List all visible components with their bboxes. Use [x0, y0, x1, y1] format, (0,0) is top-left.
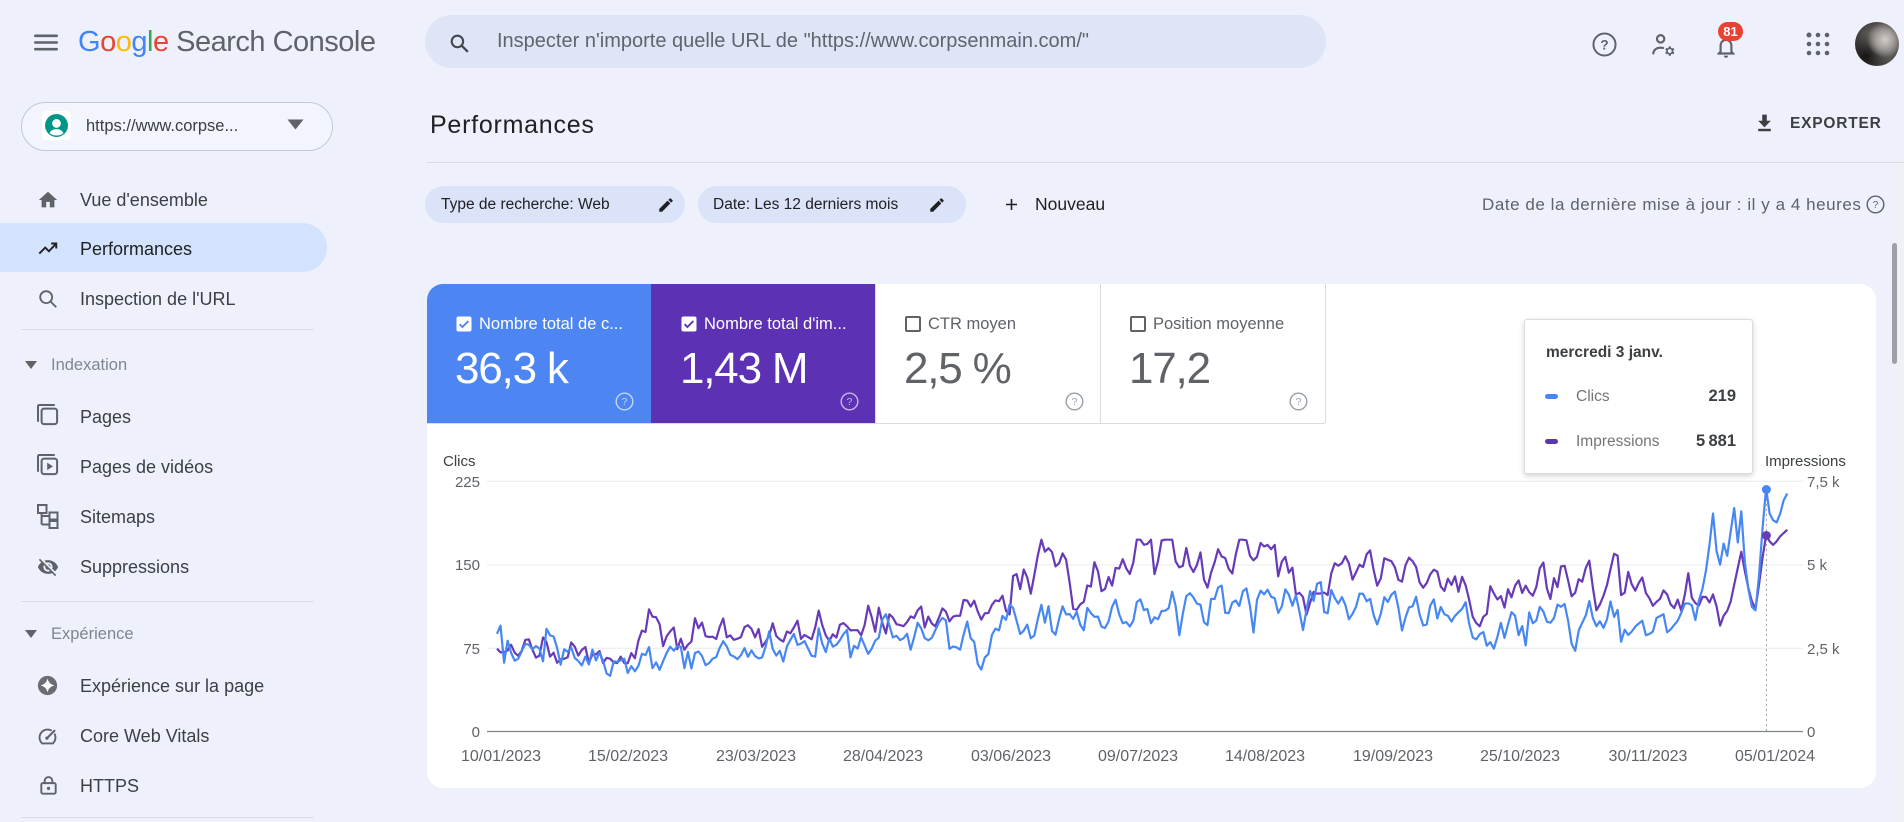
svg-text:?: ?	[847, 397, 853, 408]
svg-text:?: ?	[1072, 397, 1078, 408]
svg-text:?: ?	[622, 397, 628, 408]
svg-text:?: ?	[1296, 397, 1302, 408]
svg-text:?: ?	[1873, 200, 1879, 211]
svg-text:?: ?	[1600, 37, 1608, 52]
